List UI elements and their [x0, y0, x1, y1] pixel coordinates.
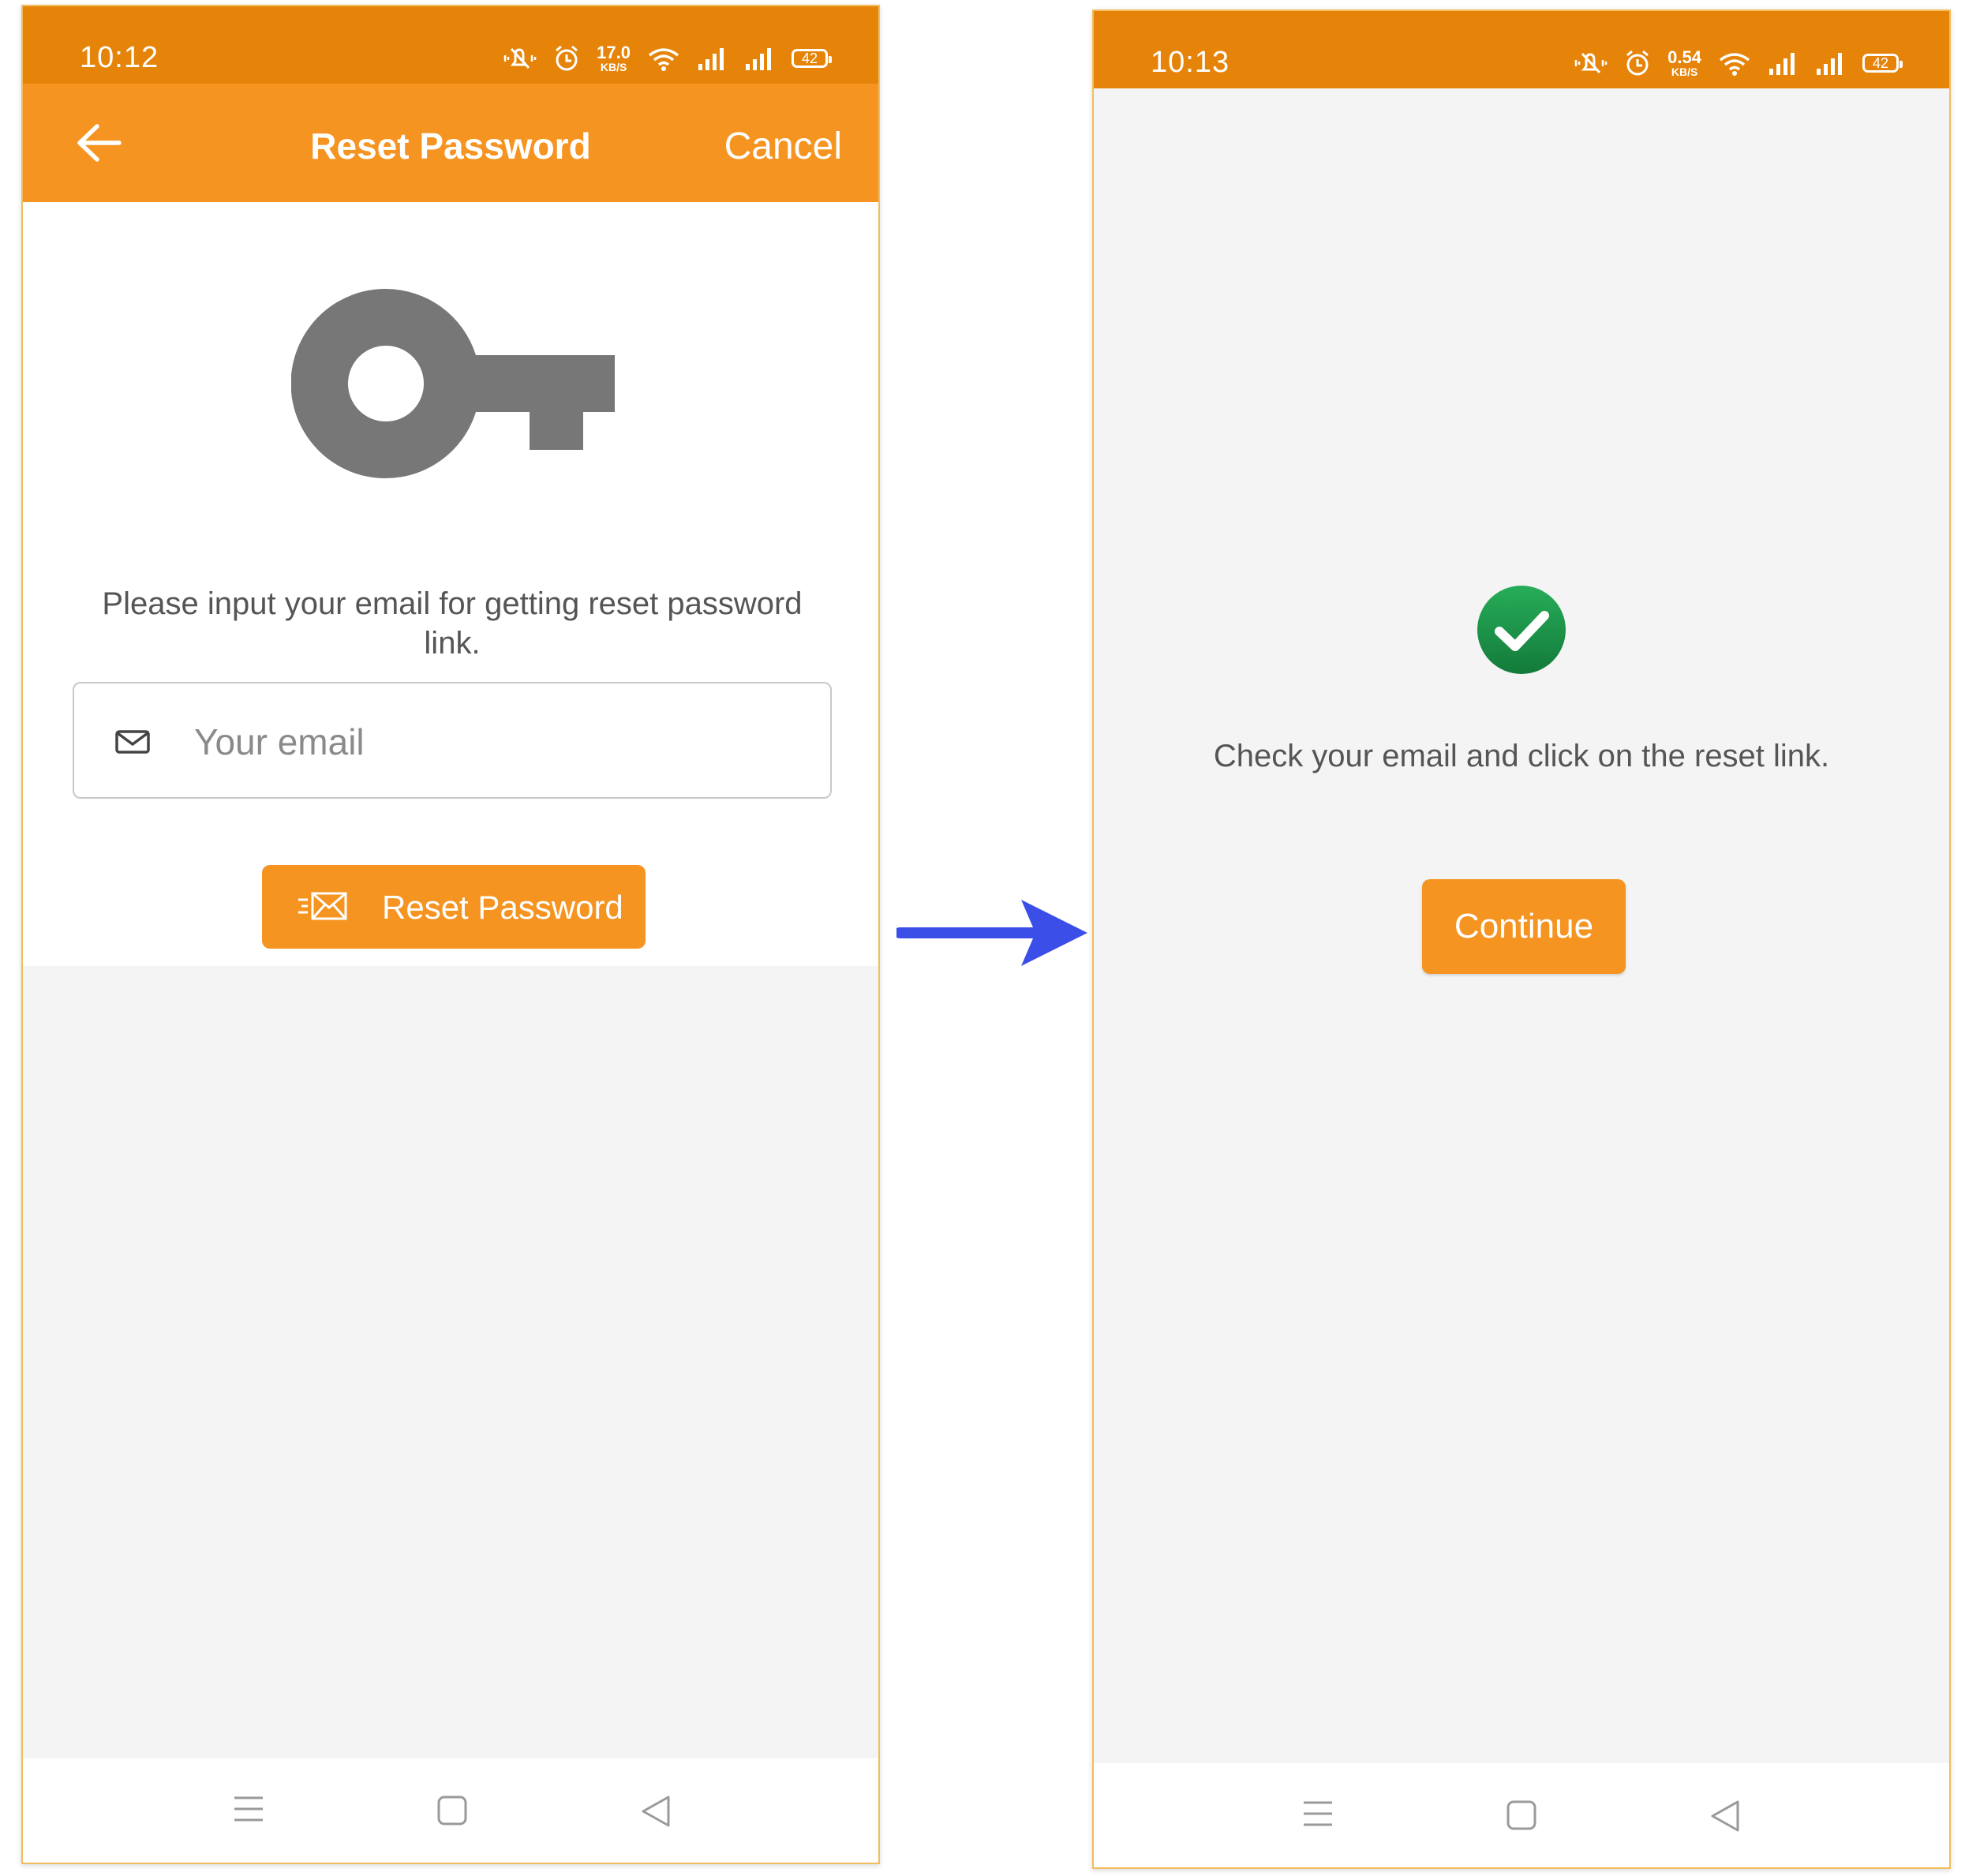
network-speed: 17.0 KB/S [597, 43, 631, 73]
status-bar: 10:12 17.0 KB/S 42 [23, 6, 878, 84]
home-icon[interactable] [1506, 1799, 1537, 1831]
status-bar: 10:13 0.54 KB/S 42 [1094, 11, 1949, 88]
mute-bell-icon [1574, 52, 1608, 74]
reset-password-button-label: Reset Password [382, 889, 623, 926]
status-time: 10:12 [80, 41, 159, 74]
mail-icon [115, 730, 150, 754]
wifi-icon [648, 48, 679, 71]
home-icon[interactable] [436, 1795, 468, 1826]
instruction-text: Please input your email for getting rese… [102, 586, 803, 661]
flow-arrow-icon [896, 900, 1087, 966]
back-nav-icon[interactable] [1709, 1799, 1741, 1833]
wifi-icon [1719, 53, 1750, 76]
back-nav-icon[interactable] [640, 1795, 672, 1828]
system-nav-bar [23, 1758, 878, 1863]
cancel-button[interactable]: Cancel [724, 125, 842, 168]
signal-icon [1817, 53, 1842, 75]
battery-icon: 42 [792, 49, 832, 68]
reset-form: Please input your email for getting rese… [23, 202, 878, 966]
signal-icon [698, 48, 724, 70]
reset-password-screen: 10:12 17.0 KB/S 42 Reset Password Cancel… [21, 5, 880, 1864]
signal-icon [746, 48, 771, 70]
success-message: Check your email and click on the reset … [1213, 739, 1830, 773]
network-speed: 0.54 KB/S [1667, 47, 1701, 78]
status-time: 10:13 [1151, 46, 1230, 79]
send-mail-icon [298, 892, 347, 920]
alarm-icon [1626, 50, 1649, 76]
check-circle-icon [1477, 586, 1566, 674]
signal-icon [1769, 53, 1795, 75]
email-field[interactable] [73, 682, 832, 799]
alarm-icon [556, 45, 578, 71]
app-bar: Reset Password Cancel [23, 84, 878, 202]
email-input[interactable] [193, 713, 795, 770]
reset-password-button[interactable]: Reset Password [262, 865, 646, 949]
system-nav-bar [1094, 1763, 1949, 1867]
key-icon [291, 289, 615, 478]
continue-button[interactable]: Continue [1422, 879, 1626, 974]
menu-icon[interactable] [233, 1795, 264, 1823]
battery-icon: 42 [1862, 54, 1903, 73]
menu-icon[interactable] [1302, 1799, 1334, 1828]
mute-bell-icon [503, 47, 537, 69]
check-email-screen: 10:13 0.54 KB/S 42 Check your email and … [1092, 9, 1951, 1869]
